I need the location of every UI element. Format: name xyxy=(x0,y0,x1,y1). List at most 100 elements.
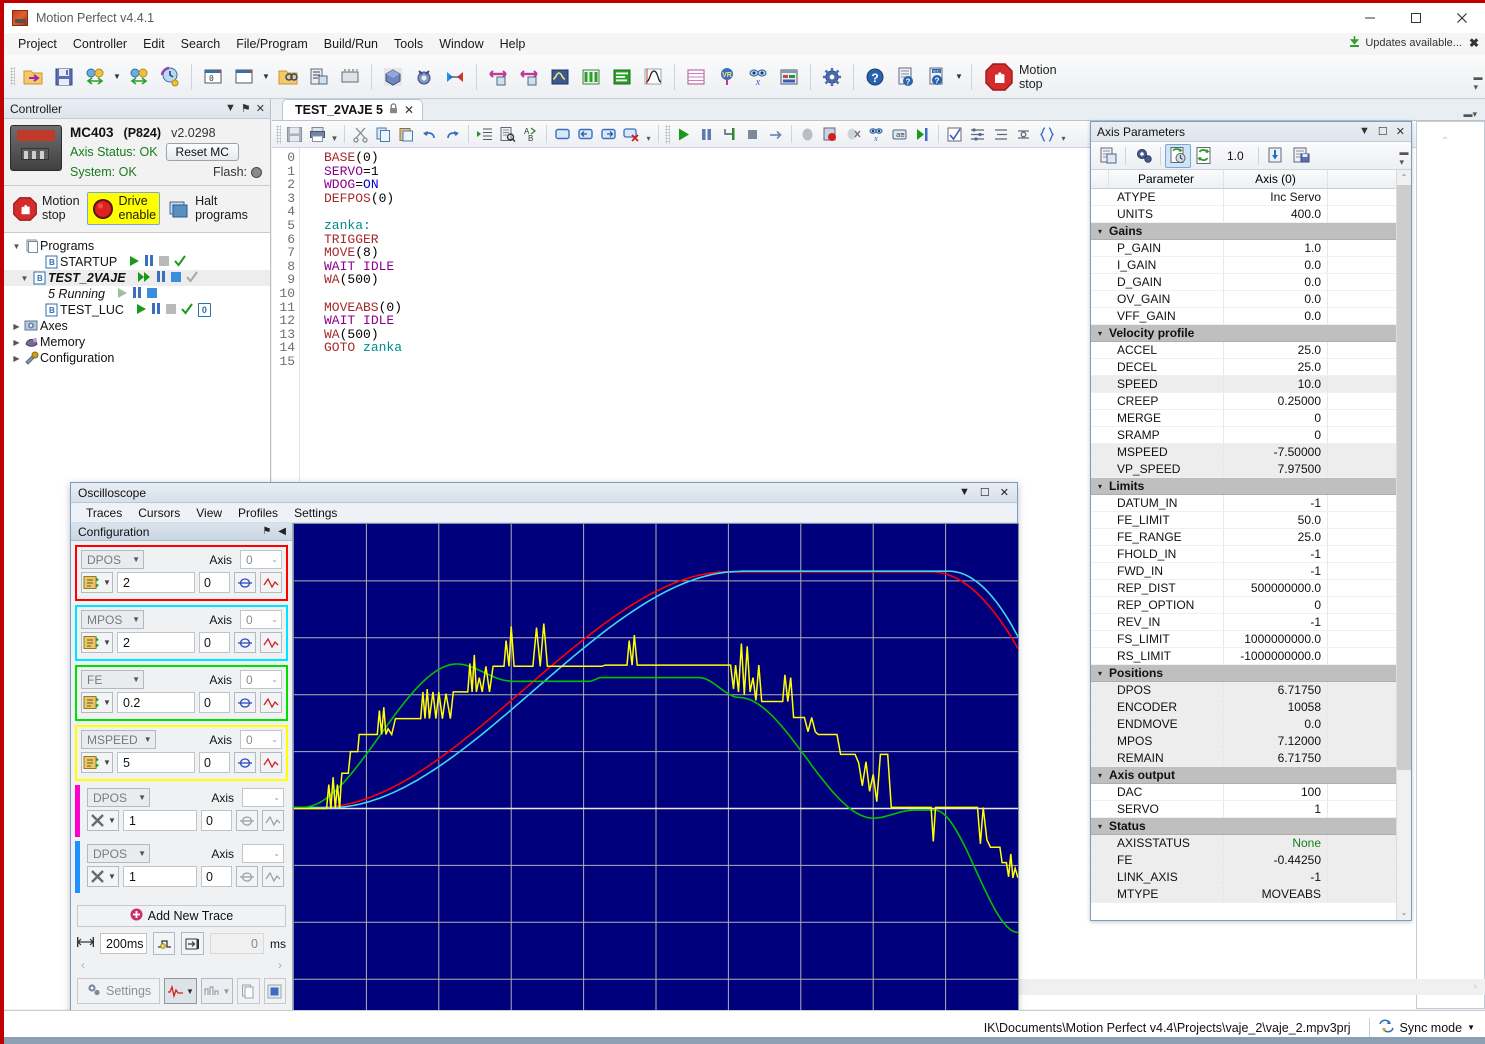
twisty-icon[interactable]: ▾ xyxy=(1091,329,1109,338)
oscilloscope-icon[interactable] xyxy=(545,58,575,96)
trace-mode-button[interactable]: ▼ xyxy=(164,978,197,1004)
code-line[interactable]: MOVE(8) xyxy=(324,246,402,260)
fullscreen-plot-button[interactable] xyxy=(264,978,286,1004)
table-row[interactable]: ENDMOVE0.0 xyxy=(1091,716,1396,733)
menu-view[interactable]: View xyxy=(189,505,229,521)
refresh-icon[interactable] xyxy=(1191,144,1217,168)
bookmark-clear-icon[interactable] xyxy=(620,123,643,146)
trace-autoscale-button[interactable] xyxy=(260,632,282,653)
code-line[interactable]: zanka: xyxy=(324,219,402,233)
trace-axis-select[interactable]: 0⌄ xyxy=(240,610,282,629)
trace-scale-input[interactable]: 0.2 xyxy=(117,692,195,713)
save-icon[interactable] xyxy=(283,123,306,146)
running-icon[interactable] xyxy=(138,271,152,286)
io-status-icon[interactable] xyxy=(576,58,606,96)
table-row[interactable]: VP_SPEED7.97500 xyxy=(1091,461,1396,478)
code-line[interactable]: WA(500) xyxy=(324,328,402,342)
axis-parameters-scrollbar[interactable]: ⌃ ⌄ xyxy=(1396,170,1411,920)
paste-icon[interactable] xyxy=(395,123,418,146)
help-icon[interactable]: ? xyxy=(860,58,890,96)
new-param-set-icon[interactable] xyxy=(1095,144,1121,168)
pause-icon[interactable] xyxy=(152,303,161,317)
tree-item-programs[interactable]: ▼ Programs xyxy=(4,238,270,254)
stop-icon[interactable] xyxy=(147,287,157,301)
fold-icon[interactable] xyxy=(1012,123,1035,146)
connect-dropdown-arrow[interactable]: ▼ xyxy=(111,58,123,96)
run-icon[interactable] xyxy=(129,255,140,270)
table-row[interactable]: MERGE0 xyxy=(1091,410,1396,427)
editor-toolbar-overflow-icon[interactable]: ▾ xyxy=(643,123,654,146)
save-params-icon[interactable] xyxy=(1289,144,1315,168)
download-icon[interactable] xyxy=(1263,144,1289,168)
window-layout-icon[interactable] xyxy=(229,58,259,96)
chevron-down-icon[interactable]: ▼ xyxy=(959,486,970,499)
twisty-icon[interactable]: ▾ xyxy=(1091,771,1109,780)
table-viewer-icon[interactable] xyxy=(607,58,637,96)
run-icon[interactable] xyxy=(672,123,695,146)
offset-input[interactable]: 0 xyxy=(210,933,264,954)
trace-source-button[interactable]: ▼ xyxy=(81,632,113,653)
parameter-value[interactable]: 50.0 xyxy=(1224,512,1328,528)
parameter-value[interactable]: 25.0 xyxy=(1224,529,1328,545)
menu-project[interactable]: Project xyxy=(10,35,65,53)
code-line[interactable]: SERVO=1 xyxy=(324,165,402,179)
indent-icon[interactable] xyxy=(473,123,496,146)
table-row[interactable]: DATUM_IN-1 xyxy=(1091,495,1396,512)
parameter-value[interactable]: 6.71750 xyxy=(1224,750,1328,766)
parameter-value[interactable]: 0.0 xyxy=(1224,291,1328,307)
close-button[interactable] xyxy=(1439,3,1485,33)
menu-settings[interactable]: Settings xyxy=(287,505,344,521)
parameter-value[interactable]: 0.0 xyxy=(1224,274,1328,290)
timebase-input[interactable]: 200ms xyxy=(100,933,147,954)
trace-scale-input[interactable]: 1 xyxy=(123,866,197,887)
code-line[interactable] xyxy=(324,287,402,301)
table-row[interactable]: FE_RANGE25.0 xyxy=(1091,529,1396,546)
menu-cursors[interactable]: Cursors xyxy=(131,505,187,521)
pin-icon[interactable]: ⚑ xyxy=(241,102,251,115)
variable-inspect-icon[interactable]: a≡ xyxy=(888,123,911,146)
trace-autoscale-button[interactable] xyxy=(260,572,282,593)
parameter-value[interactable]: -0.44250 xyxy=(1224,852,1328,868)
robot-arm-icon[interactable] xyxy=(440,58,470,96)
trace-zero-button[interactable] xyxy=(236,810,258,831)
table-row[interactable]: VFF_GAIN0.0 xyxy=(1091,308,1396,325)
trace-offset-input[interactable]: 0 xyxy=(201,810,232,831)
editor-toolbar-overflow2-icon[interactable]: ▾ xyxy=(1058,123,1069,146)
tree-item-test2vaje[interactable]: ▼ B TEST_2VAJE xyxy=(4,270,270,286)
bookmark-toggle-icon[interactable] xyxy=(551,123,574,146)
trace-offset-input[interactable]: 0 xyxy=(199,632,230,653)
run-toolbar-grip[interactable] xyxy=(665,125,670,144)
help-dropdown-arrow[interactable]: ▼ xyxy=(953,58,965,96)
axis-scope-icon[interactable] xyxy=(483,58,513,96)
parameter-value[interactable]: 500000000.0 xyxy=(1224,580,1328,596)
pin-icon[interactable]: ⚑ xyxy=(262,526,271,537)
table-row[interactable]: OV_GAIN0.0 xyxy=(1091,291,1396,308)
parameter-value[interactable]: None xyxy=(1224,835,1328,851)
table-row[interactable]: MPOS7.12000 xyxy=(1091,733,1396,750)
print-dropdown-arrow[interactable]: ▼ xyxy=(329,123,340,146)
toolbar-grip[interactable] xyxy=(10,67,15,86)
pause-icon[interactable] xyxy=(145,255,154,269)
trace-zero-button[interactable] xyxy=(234,692,256,713)
step-over-icon[interactable] xyxy=(764,123,787,146)
menu-traces[interactable]: Traces xyxy=(79,505,129,521)
table-row[interactable]: REV_IN-1 xyxy=(1091,614,1396,631)
pause-icon[interactable] xyxy=(157,271,166,285)
print-icon[interactable] xyxy=(306,123,329,146)
recent-icon[interactable] xyxy=(155,58,185,96)
updates-available-notice[interactable]: Updates available... ✖ xyxy=(1348,35,1479,51)
halt-programs-button[interactable]: Halt programs xyxy=(163,192,252,225)
page-right-icon[interactable]: › xyxy=(278,958,282,972)
table-row[interactable]: SPEED10.0 xyxy=(1091,376,1396,393)
trace-axis-select[interactable]: 0⌄ xyxy=(240,550,282,569)
table-row[interactable]: ATYPEInc Servo xyxy=(1091,189,1396,206)
copy-icon[interactable] xyxy=(372,123,395,146)
tab-test2vaje[interactable]: TEST_2VAJE 5 ✕ xyxy=(282,99,423,120)
stop-icon[interactable] xyxy=(159,255,169,269)
menu-profiles[interactable]: Profiles xyxy=(231,505,285,521)
code-line[interactable]: WDOG=ON xyxy=(324,178,402,192)
axis-toolbar-overflow-icon[interactable]: ▬▾ xyxy=(1397,144,1411,168)
parameter-value[interactable]: 6.71750 xyxy=(1224,682,1328,698)
configure-icon[interactable] xyxy=(1130,144,1156,168)
trace-zero-button[interactable] xyxy=(234,572,256,593)
